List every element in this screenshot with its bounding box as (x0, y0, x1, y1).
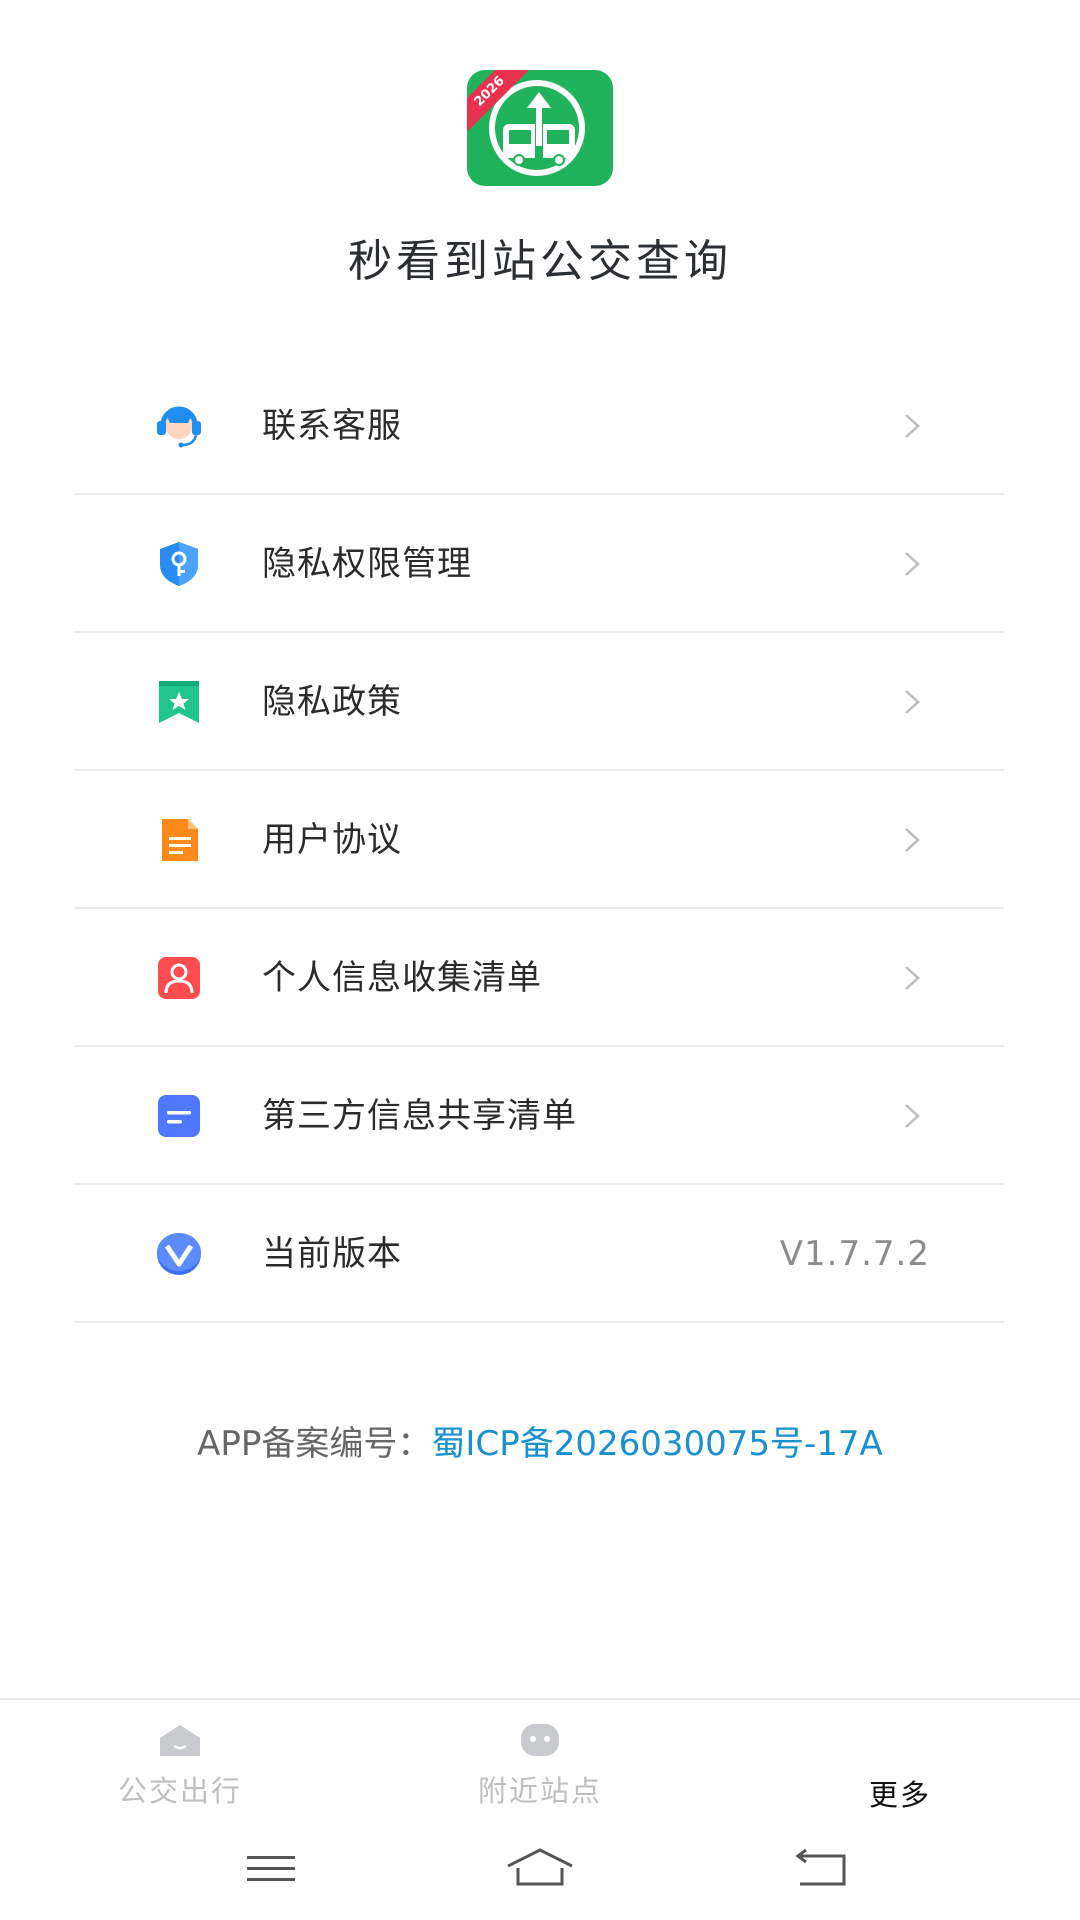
menu-item-label: 当前版本 (262, 1234, 402, 1274)
nearby-face-icon (521, 1724, 559, 1756)
customer-service-icon (157, 406, 201, 448)
menu-item-current-version: 当前版本 V1.7.7.2 (74, 1185, 1004, 1323)
menu-icon[interactable] (231, 1838, 311, 1898)
menu-item-third-party-sharing-list[interactable]: 第三方信息共享清单 (74, 1047, 1004, 1185)
tab-nearby-stops[interactable]: 附近站点 (360, 1700, 720, 1820)
shield-key-icon (160, 542, 198, 586)
menu-item-label: 隐私权限管理 (262, 544, 472, 584)
menu-item-personal-info-list[interactable]: 个人信息收集清单 (74, 909, 1004, 1047)
list-doc-icon (158, 1095, 200, 1137)
bus-icon (503, 92, 575, 166)
tab-label: 公交出行 (117, 1774, 242, 1808)
bookmark-star-icon (159, 681, 199, 723)
icp-link[interactable]: 蜀ICP备2026030075号-17A (431, 1424, 882, 1464)
system-navigation-bar (0, 1818, 1080, 1920)
tab-more[interactable]: 更多 (720, 1700, 1080, 1820)
menu-item-privacy-policy[interactable]: 隐私政策 (74, 633, 1004, 771)
menu-item-label: 联系客服 (262, 406, 402, 446)
home-nav-icon[interactable] (500, 1838, 580, 1898)
version-value: V1.7.7.2 (779, 1234, 930, 1274)
chevron-right-icon (905, 552, 920, 576)
chevron-right-icon (905, 966, 920, 990)
icp-label: APP备案编号： (197, 1424, 432, 1464)
back-icon[interactable] (782, 1838, 862, 1898)
chevron-right-icon (905, 414, 920, 438)
tab-bus-travel[interactable]: 公交出行 (0, 1700, 360, 1820)
chevron-right-icon (905, 1104, 920, 1128)
home-icon (160, 1725, 200, 1756)
tab-label: 附近站点 (477, 1774, 602, 1808)
menu-item-label: 第三方信息共享清单 (262, 1096, 577, 1136)
icp-record: APP备案编号：蜀ICP备2026030075号-17A (0, 1416, 1080, 1465)
version-icon (157, 1233, 201, 1275)
tab-label: 更多 (868, 1778, 931, 1812)
app-title: 秒看到站公交查询 (348, 236, 732, 287)
menu-item-label: 隐私政策 (262, 682, 402, 722)
app-logo: 2026 (465, 70, 615, 188)
person-icon (158, 957, 200, 999)
chevron-right-icon (905, 828, 920, 852)
menu-item-label: 用户协议 (262, 820, 402, 860)
menu-item-customer-service[interactable]: 联系客服 (74, 357, 1004, 495)
menu-item-privacy-permissions[interactable]: 隐私权限管理 (74, 495, 1004, 633)
settings-menu: 联系客服 隐私权限管理 隐私政策 用户协议 个人信息收集清单 第三方信息共享清单… (74, 357, 1004, 1323)
chevron-right-icon (905, 690, 920, 714)
menu-item-user-agreement[interactable]: 用户协议 (74, 771, 1004, 909)
document-icon (162, 819, 198, 861)
menu-item-label: 个人信息收集清单 (262, 958, 542, 998)
bottom-tab-bar: 公交出行 附近站点 更多 (0, 1698, 1080, 1818)
